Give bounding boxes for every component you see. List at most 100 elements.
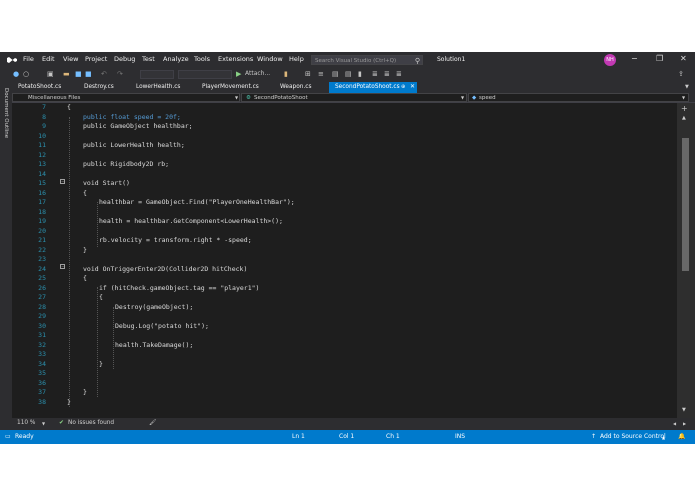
insert-mode[interactable]: INS xyxy=(455,433,465,440)
collapse-trigger-icon[interactable]: − xyxy=(60,264,65,269)
code-line: { xyxy=(83,188,87,197)
column-indicator[interactable]: Col 1 xyxy=(339,433,354,440)
issues-status[interactable]: No issues found xyxy=(68,420,114,426)
hscroll-left-icon[interactable]: ◀ xyxy=(673,421,676,426)
back-icon[interactable]: ● xyxy=(13,70,19,78)
brush-icon[interactable]: 🖌 xyxy=(149,420,156,426)
tab-destroy[interactable]: Destroy.cs xyxy=(78,82,130,93)
save-all-icon[interactable]: ■ xyxy=(85,70,92,78)
search-input[interactable]: Search Visual Studio (Ctrl+Q) ⚲ xyxy=(311,55,423,65)
search-placeholder: Search Visual Studio (Ctrl+Q) xyxy=(315,58,397,64)
toolbar-icon-b[interactable]: ≡ xyxy=(318,70,324,78)
toolbar-icon-f[interactable]: ≣ xyxy=(384,70,390,78)
scroll-up-icon[interactable]: ▲ xyxy=(682,115,686,121)
redo-icon[interactable]: ↷ xyxy=(117,70,123,78)
forward-icon[interactable]: ○ xyxy=(23,70,29,78)
class-icon: ⚙ xyxy=(246,95,251,101)
tab-lowerhealth[interactable]: LowerHealth.cs xyxy=(130,82,196,93)
tab-strip: PotatoShoot.cs Destroy.cs LowerHealth.cs… xyxy=(12,82,695,93)
close-icon[interactable]: ✕ xyxy=(680,54,687,63)
undo-icon[interactable]: ↶ xyxy=(101,70,107,78)
scrollbar-thumb[interactable] xyxy=(682,138,689,271)
tab-potatoshoot[interactable]: PotatoShoot.cs xyxy=(12,82,78,93)
hscroll-right-icon[interactable]: ▶ xyxy=(683,421,686,426)
code-line: { xyxy=(83,274,87,282)
hot-reload-icon[interactable]: ▮ xyxy=(284,70,288,78)
line-number: 20 xyxy=(38,226,46,235)
line-number: 13 xyxy=(38,160,46,168)
tab-playermovement[interactable]: PlayerMovement.cs xyxy=(196,82,274,93)
code-line: Destroy(gameObject); xyxy=(115,302,194,311)
class-label: SecondPotatoShoot xyxy=(254,95,308,101)
open-file-icon[interactable]: ▬ xyxy=(63,70,70,78)
code-line: void Start() xyxy=(83,179,130,187)
configuration-dropdown[interactable] xyxy=(140,70,174,79)
code-line: health = healthbar.GetComponent<LowerHea… xyxy=(99,217,283,225)
toolbar-icon-a[interactable]: ⊞ xyxy=(305,70,311,78)
toolbar-icon-c[interactable]: ▤ xyxy=(332,70,339,78)
line-indicator[interactable]: Ln 1 xyxy=(292,433,305,440)
menu-file[interactable]: File xyxy=(23,55,34,63)
member-dropdown[interactable]: ◆ speed ▼ xyxy=(468,93,689,102)
menu-extensions[interactable]: Extensions xyxy=(218,55,253,63)
project-dropdown[interactable]: Miscellaneous Files ▼ xyxy=(12,93,240,102)
line-number: 24 xyxy=(38,264,46,273)
toolbar-icon-g[interactable]: ≣ xyxy=(396,70,402,78)
notification-icon[interactable]: 🔔 xyxy=(678,433,685,440)
menu-tools[interactable]: Tools xyxy=(194,55,210,63)
platform-dropdown[interactable] xyxy=(178,70,232,79)
code-line: public LowerHealth health; xyxy=(83,141,185,149)
line-number: 16 xyxy=(38,188,46,197)
line-number: 22 xyxy=(38,245,46,254)
line-number: 29 xyxy=(38,312,46,320)
maximize-icon[interactable]: ❐ xyxy=(656,54,663,63)
char-indicator[interactable]: Ch 1 xyxy=(386,433,400,440)
scroll-down-icon[interactable]: ▼ xyxy=(682,407,686,413)
toolbar-icon-e[interactable]: ≣ xyxy=(372,70,378,78)
collapse-start-icon[interactable]: − xyxy=(60,179,65,184)
menu-debug[interactable]: Debug xyxy=(114,55,135,63)
menu-project[interactable]: Project xyxy=(85,55,107,63)
tab-close-icon[interactable]: ✕ xyxy=(410,83,415,90)
line-number: 8 xyxy=(42,112,46,121)
split-icon[interactable]: + xyxy=(681,104,688,113)
avatar[interactable]: NH xyxy=(604,54,616,66)
line-number: 18 xyxy=(38,207,46,216)
solution-name: Solution1 xyxy=(437,56,466,63)
attach-button[interactable]: Attach... xyxy=(245,70,270,77)
zoom-dropdown-icon[interactable]: ▼ xyxy=(42,421,45,426)
tab-weapon[interactable]: Weapon.cs xyxy=(274,82,329,93)
menu-view[interactable]: View xyxy=(63,55,78,63)
code-editor[interactable]: − − 7 8 9 10 11 12 13 14 15 16 17 18 19 … xyxy=(12,103,677,418)
code-line: if (hitCheck.gameObject.tag == "player1"… xyxy=(99,283,260,292)
vertical-scrollbar[interactable]: + ▲ ▼ xyxy=(677,103,695,418)
menu-test[interactable]: Test xyxy=(142,55,155,63)
bookmark-icon[interactable]: ▮ xyxy=(358,70,362,78)
play-icon[interactable]: ▶ xyxy=(236,70,241,78)
save-icon[interactable]: ■ xyxy=(75,70,82,78)
project-label: Miscellaneous Files xyxy=(28,95,81,101)
menu-edit[interactable]: Edit xyxy=(42,55,55,63)
line-number: 10 xyxy=(38,131,46,140)
menu-analyze[interactable]: Analyze xyxy=(163,55,189,63)
new-project-icon[interactable]: ▣ xyxy=(47,70,54,78)
document-outline-tab[interactable]: Document Outline xyxy=(3,88,9,138)
search-icon[interactable]: ⚲ xyxy=(415,56,420,66)
code-line: } xyxy=(67,397,71,406)
line-number: 9 xyxy=(42,122,46,130)
class-dropdown[interactable]: ⚙ SecondPotatoShoot ▼ xyxy=(241,93,467,102)
menu-window[interactable]: Window xyxy=(257,55,283,63)
toolbar-icon-d[interactable]: ▤ xyxy=(345,70,352,78)
live-share-icon[interactable]: ⇪ xyxy=(678,70,684,78)
menu-help[interactable]: Help xyxy=(289,55,304,63)
minimize-icon[interactable]: − xyxy=(631,54,638,63)
line-number: 31 xyxy=(38,331,46,339)
pin-icon[interactable]: ⊕ xyxy=(401,84,405,90)
code-line: healthbar = GameObject.Find("PlayerOneHe… xyxy=(99,198,295,206)
zoom-level[interactable]: 110 % xyxy=(17,420,35,426)
source-control-button[interactable]: Add to Source Control xyxy=(600,433,666,440)
indent-guide xyxy=(97,287,98,397)
tab-overflow-icon[interactable]: ▼ xyxy=(685,84,689,90)
status-bar: ▭ Ready Ln 1 Col 1 Ch 1 INS ↑ Add to Sou… xyxy=(0,430,695,444)
line-number: 21 xyxy=(38,236,46,244)
